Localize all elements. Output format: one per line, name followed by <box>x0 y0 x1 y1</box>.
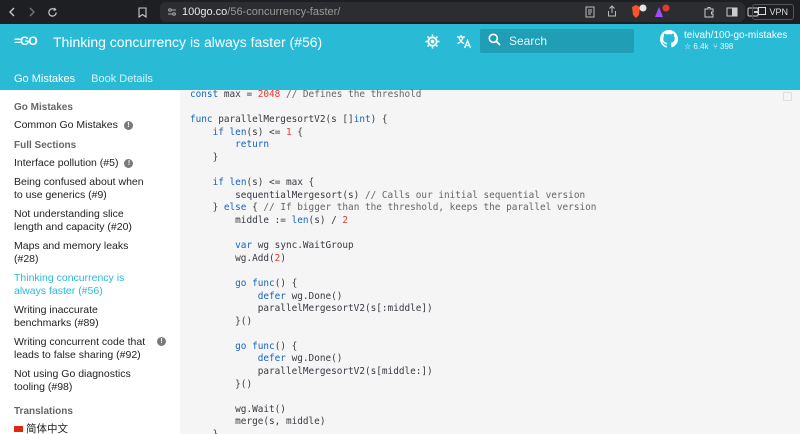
sidebar-item-generics[interactable]: Being confused about when to use generic… <box>14 176 154 202</box>
sidebar-nav: Go Mistakes Common Go Mistakes! Full Sec… <box>0 90 180 434</box>
extensions-icon[interactable] <box>703 6 715 21</box>
brave-shield-icon[interactable] <box>630 4 648 23</box>
sidebar-item-false-sharing[interactable]: Writing concurrent code that leads to fa… <box>14 336 166 362</box>
code-block: const max = 2048 // Defines the threshol… <box>190 89 597 434</box>
vpn-icon <box>758 7 767 17</box>
sidebar-item-label: 简体中文 <box>26 423 68 434</box>
info-icon: ! <box>124 158 134 168</box>
sidebar-heading-translations: Translations <box>14 406 73 417</box>
search-placeholder: Search <box>509 34 548 48</box>
sidebar-item-label: Interface pollution (#5) <box>14 157 119 169</box>
bookmark-icon[interactable] <box>132 2 152 22</box>
search-input[interactable]: Search <box>480 29 634 53</box>
sidebar-item-translation-chinese[interactable]: 简体中文 <box>14 423 154 434</box>
fork-icon: ⑂ <box>712 42 718 51</box>
info-icon: ! <box>157 337 166 346</box>
translate-icon[interactable] <box>456 34 472 52</box>
china-flag-icon <box>14 426 23 433</box>
sidebar-item-interface-pollution[interactable]: Interface pollution (#5)! <box>14 157 154 170</box>
vpn-label: VPN <box>769 7 788 17</box>
header-tabs: Go Mistakes Book Details <box>0 68 153 90</box>
sidebar-heading-go-mistakes: Go Mistakes <box>14 102 73 113</box>
repo-link[interactable]: teivah/100-go-mistakes ☆ 6.4k ⑂ 398 <box>660 30 787 51</box>
site-info-icon[interactable] <box>167 7 177 20</box>
browser-toolbar: 100go.co/56-concurrency-faster/ VPN <box>0 0 800 24</box>
site-header: =GO Thinking concurrency is always faste… <box>0 24 800 90</box>
tab-book-details[interactable]: Book Details <box>91 73 153 85</box>
page-title: Thinking concurrency is always faster (#… <box>53 34 323 50</box>
repo-name: teivah/100-go-mistakes <box>684 30 788 41</box>
info-icon: ! <box>123 120 133 130</box>
repo-stats: ☆ 6.4k ⑂ 398 <box>684 42 787 51</box>
reader-icon[interactable] <box>585 6 595 21</box>
search-icon <box>488 33 501 49</box>
forward-icon[interactable] <box>22 2 42 22</box>
site-logo[interactable]: =GO <box>14 34 38 48</box>
sidebar-item-maps-memory-leaks[interactable]: Maps and memory leaks (#28) <box>14 240 154 266</box>
sidebar-item-label: Writing concurrent code that leads to fa… <box>14 336 146 361</box>
theme-toggle-icon[interactable] <box>425 34 440 52</box>
url-path: /56-concurrency-faster/ <box>227 6 341 18</box>
repo-stars: 6.4k <box>693 42 709 51</box>
sidebar-item-common-mistakes[interactable]: Common Go Mistakes! <box>14 119 154 132</box>
main-content: const max = 2048 // Defines the threshol… <box>180 89 800 434</box>
url-domain: 100go.co <box>182 6 228 18</box>
vpn-button[interactable]: VPN <box>752 4 794 20</box>
share-icon[interactable] <box>607 5 617 20</box>
address-bar[interactable]: 100go.co/56-concurrency-faster/ <box>160 2 745 22</box>
sidebar-item-label: Common Go Mistakes <box>14 119 118 131</box>
sidebar-item-diagnostics[interactable]: Not using Go diagnostics tooling (#98) <box>14 368 154 394</box>
repo-forks: 398 <box>720 42 734 51</box>
sidebar-item-slice-length[interactable]: Not understanding slice length and capac… <box>14 208 154 234</box>
rewards-icon[interactable] <box>653 4 671 23</box>
sidebar-heading-full-sections: Full Sections <box>14 140 77 151</box>
back-icon[interactable] <box>2 2 22 22</box>
sidebar-item-benchmarks[interactable]: Writing inaccurate benchmarks (#89) <box>14 304 154 330</box>
github-icon <box>660 30 678 51</box>
copy-icon[interactable] <box>783 92 792 101</box>
sidebar-item-concurrency-faster[interactable]: Thinking concurrency is always faster (#… <box>14 272 154 298</box>
tab-go-mistakes[interactable]: Go Mistakes <box>14 73 75 85</box>
reload-icon[interactable] <box>42 2 62 22</box>
sidebar-toggle-icon[interactable] <box>726 6 738 21</box>
star-icon: ☆ <box>684 42 692 51</box>
